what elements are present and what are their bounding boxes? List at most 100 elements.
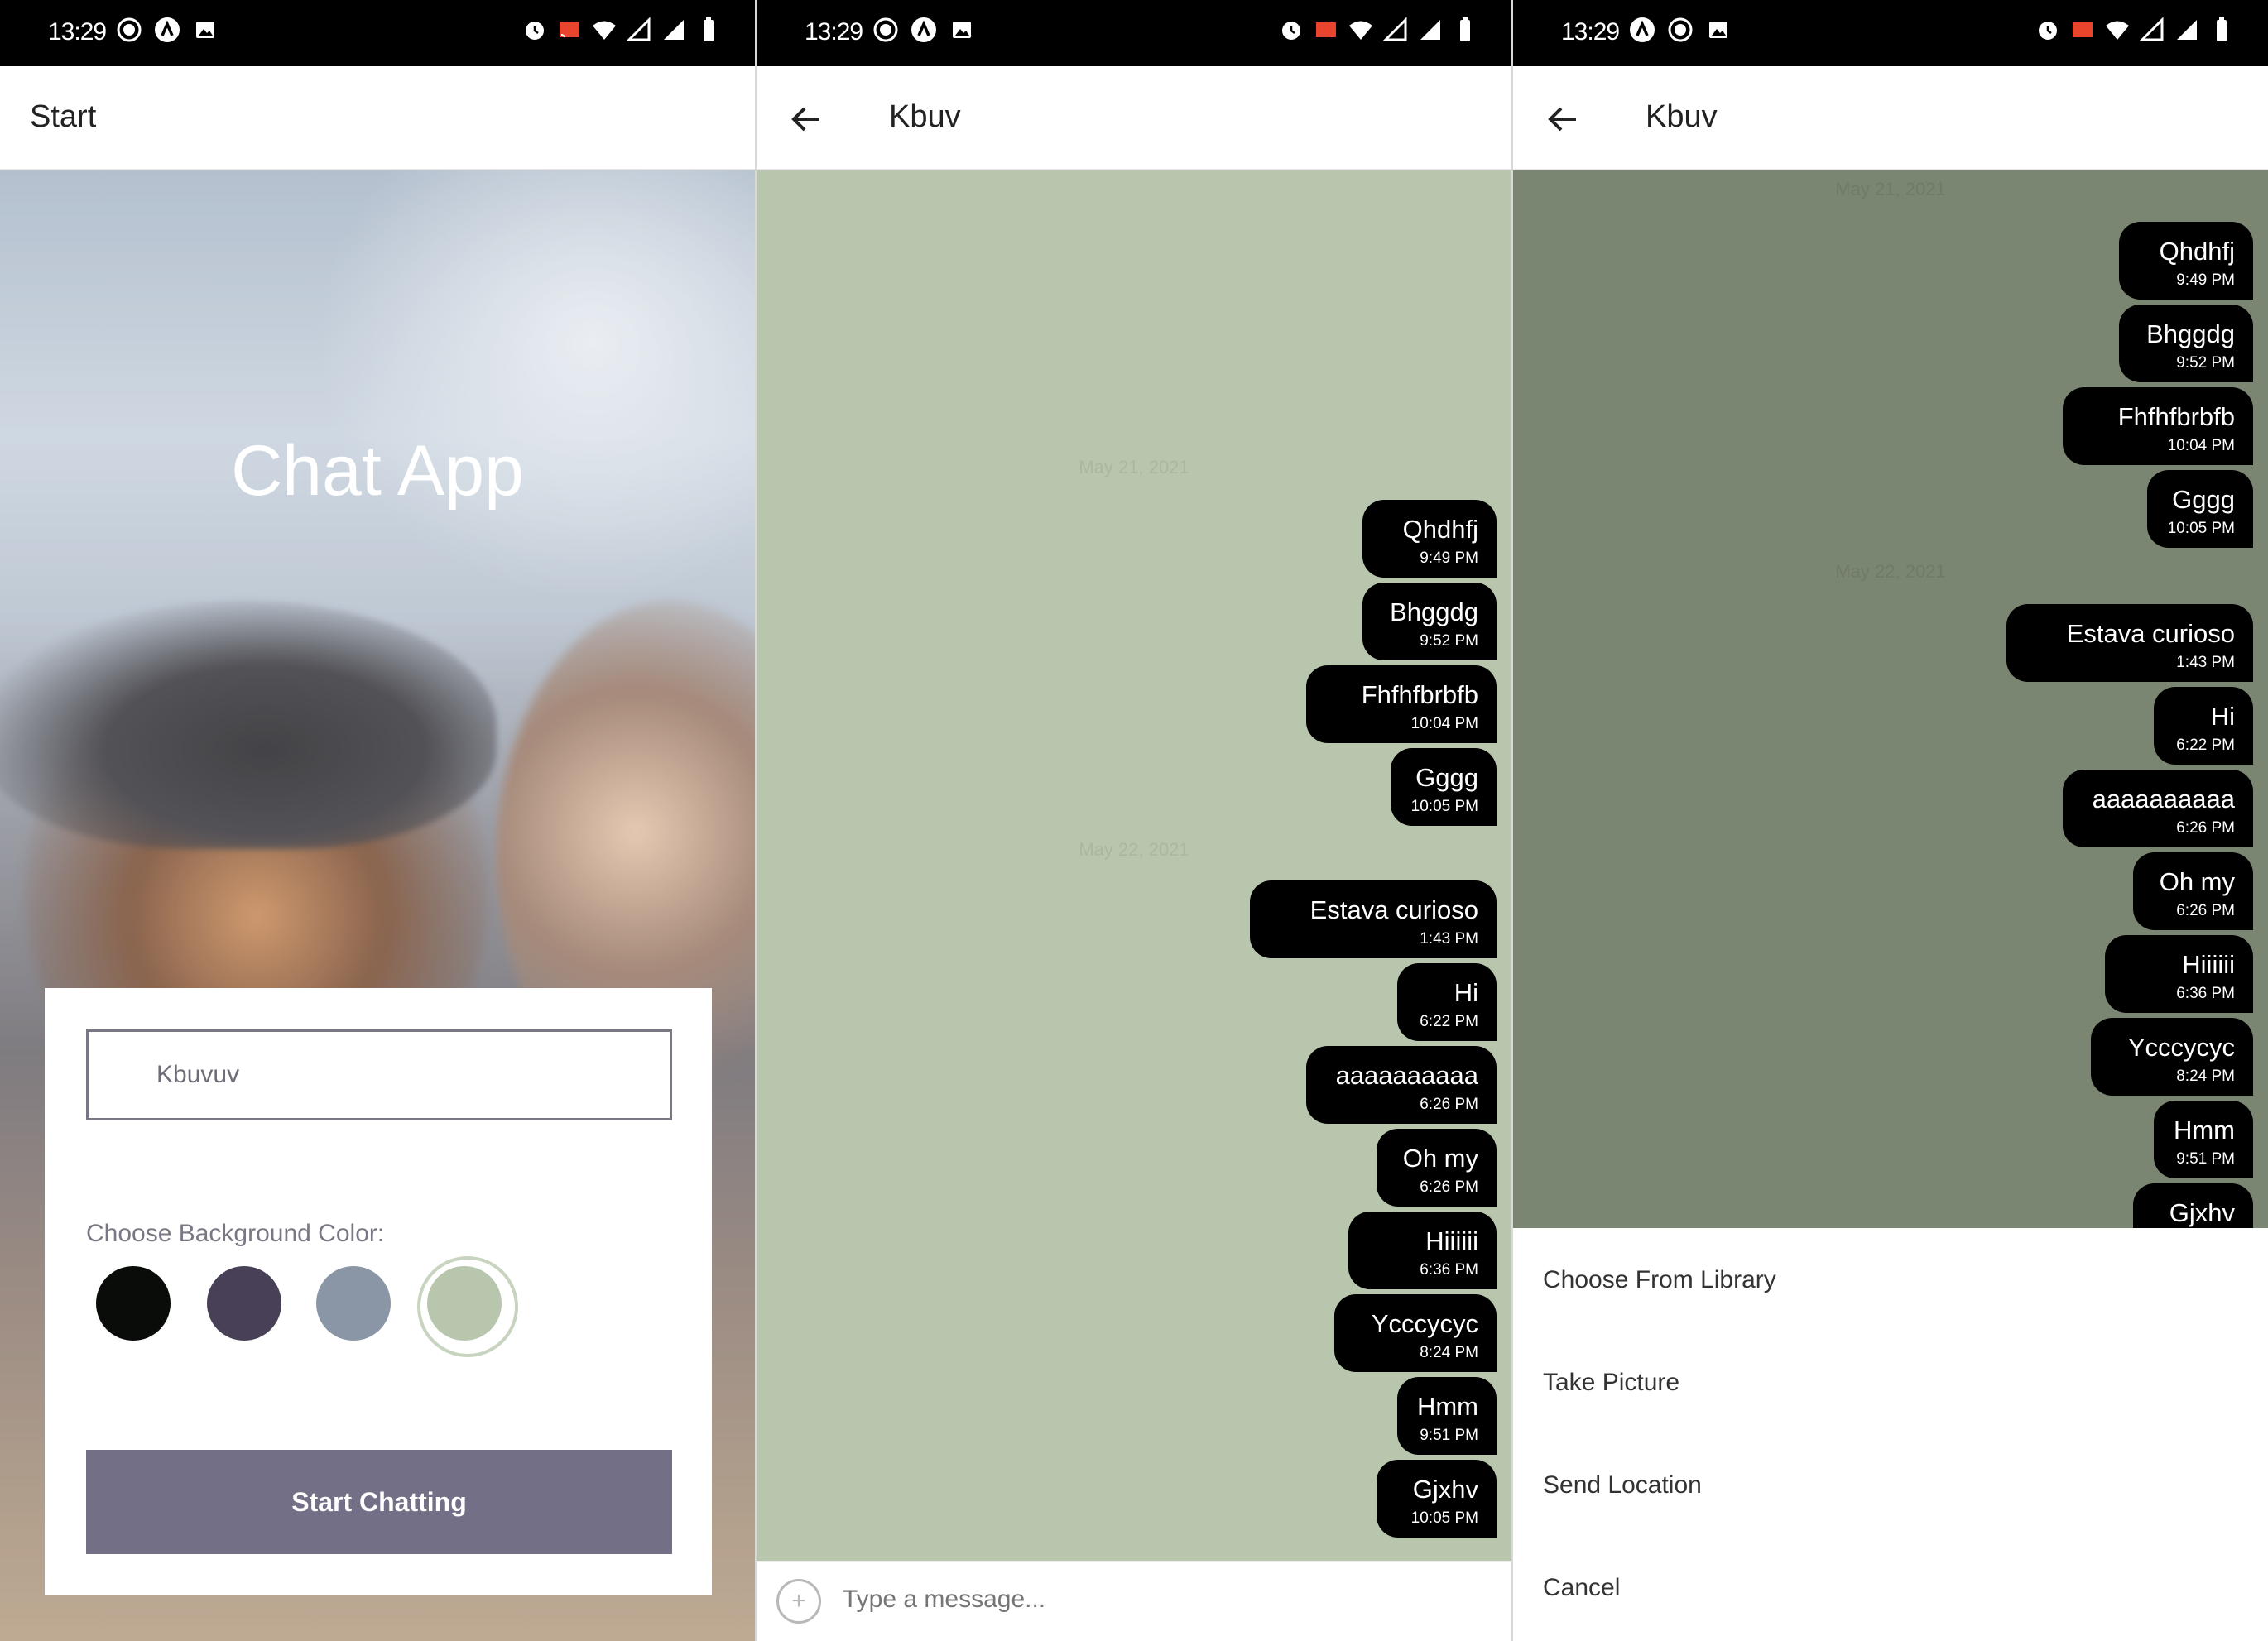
action-sheet: Choose From Library Take Picture Send Lo…	[1513, 1228, 2268, 1641]
color-swatch-green[interactable]	[417, 1256, 518, 1357]
page-title: Start	[30, 99, 97, 134]
wifi-icon	[2104, 17, 2131, 43]
message-time: 6:36 PM	[2176, 985, 2235, 1002]
message-text: Oh my	[2159, 867, 2235, 896]
message-bubble[interactable]: Hi 6:22 PM	[2154, 687, 2253, 765]
app-a-icon	[911, 17, 937, 43]
image-icon	[949, 17, 975, 43]
status-bar: 13:29	[0, 0, 755, 66]
wifi-icon	[591, 17, 617, 43]
battery-icon	[2208, 17, 2235, 43]
color-swatch-purple[interactable]	[207, 1266, 281, 1341]
message-time: 1:43 PM	[2176, 654, 2235, 671]
chat-screen-actions: 13:29 Kbuv May 21, 2021 May 22, 2021 Qhdhf…	[1513, 0, 2268, 1641]
alarm-icon	[1278, 17, 1305, 43]
message-text: Bhggdg	[1390, 597, 1478, 626]
battery-icon	[1452, 17, 1478, 43]
message-bubble[interactable]: Bhggdg 9:52 PM	[2119, 305, 2253, 382]
message-text: Bhggdg	[2146, 319, 2235, 348]
message-bubble[interactable]: Hmm 9:51 PM	[1397, 1377, 1497, 1455]
message-text: Hi	[2210, 702, 2235, 731]
color-swatch-black[interactable]	[96, 1266, 171, 1341]
signal-icon	[2139, 17, 2165, 43]
message-text: aaaaaaaaaa	[1335, 1061, 1478, 1090]
message-time: 9:49 PM	[2176, 271, 2235, 289]
message-list[interactable]: May 21, 2021 May 22, 2021 Qhdhfj 9:49 PM Bhg…	[1513, 170, 2268, 1228]
message-time: 6:26 PM	[1420, 1096, 1478, 1113]
message-time: 10:05 PM	[1410, 1509, 1478, 1527]
take-picture-option[interactable]: Take Picture	[1543, 1369, 1679, 1397]
message-bubble[interactable]: Gggg 10:05 PM	[1391, 748, 1497, 826]
name-input[interactable]	[86, 1029, 672, 1120]
message-text: Hmm	[2173, 1116, 2235, 1144]
message-bubble[interactable]: Qhdhfj 9:49 PM	[2119, 222, 2253, 300]
message-bubble[interactable]: Ycccycyc 8:24 PM	[1334, 1294, 1497, 1372]
message-time: 1:43 PM	[1420, 930, 1478, 948]
message-bubble[interactable]: Estava curioso 1:43 PM	[2006, 604, 2253, 682]
message-composer: +	[757, 1561, 1511, 1641]
message-bubble[interactable]: Ycccycyc 8:24 PM	[2091, 1018, 2253, 1096]
message-bubble[interactable]: Gggg 10:05 PM	[2147, 470, 2253, 548]
status-bar: 13:29	[757, 0, 1511, 66]
signal-icon	[1382, 17, 1409, 43]
cancel-option[interactable]: Cancel	[1543, 1574, 1620, 1602]
message-time: 10:04 PM	[1410, 715, 1478, 732]
wifi-icon	[1348, 17, 1374, 43]
send-location-option[interactable]: Send Location	[1543, 1471, 1702, 1499]
back-arrow-icon[interactable]	[786, 99, 826, 139]
message-text: Hmm	[1416, 1392, 1478, 1421]
app-title: Chat App	[231, 431, 524, 511]
signal-x-icon	[1417, 17, 1444, 43]
message-bubble[interactable]: aaaaaaaaaa 6:26 PM	[1306, 1046, 1497, 1124]
status-time: 13:29	[805, 18, 863, 46]
date-separator: May 22, 2021	[1079, 839, 1189, 860]
alarm-icon	[2035, 17, 2061, 43]
color-swatch-gray[interactable]	[316, 1266, 391, 1341]
message-time: 6:26 PM	[2176, 902, 2235, 919]
message-bubble[interactable]: Hi 6:22 PM	[1397, 963, 1497, 1041]
message-time: 6:36 PM	[1420, 1261, 1478, 1279]
app-bar: Start	[0, 66, 755, 170]
image-icon	[192, 17, 219, 43]
message-time: 10:04 PM	[2167, 437, 2235, 454]
message-time: 6:22 PM	[2176, 737, 2235, 754]
message-bubble[interactable]: Hiiiiii 6:36 PM	[2105, 935, 2253, 1013]
message-text: Ycccycyc	[2127, 1033, 2235, 1062]
cast-icon	[556, 17, 583, 43]
status-time: 13:29	[48, 18, 107, 46]
message-text: Ycccycyc	[1371, 1309, 1478, 1338]
start-screen: 13:29 Start Chat App Choose Background C…	[0, 0, 755, 1641]
message-bubble[interactable]: Qhdhfj 9:49 PM	[1362, 500, 1497, 578]
status-time: 13:29	[1561, 18, 1620, 46]
message-bubble[interactable]: Gjxhv 10:05 PM	[1377, 1460, 1497, 1538]
message-time: 6:22 PM	[1420, 1013, 1478, 1030]
back-arrow-icon[interactable]	[1543, 99, 1583, 139]
message-time: 9:52 PM	[1420, 632, 1478, 650]
record-icon	[1667, 17, 1694, 43]
message-bubble[interactable]: Fhfhfbrbfb 10:04 PM	[1306, 665, 1497, 743]
message-input[interactable]	[843, 1586, 1422, 1614]
message-text: Gjxhv	[1412, 1475, 1478, 1504]
message-bubble[interactable]: Oh my 6:26 PM	[1377, 1129, 1497, 1207]
message-text: Gggg	[1415, 763, 1478, 792]
message-bubble[interactable]: Bhggdg 9:52 PM	[1362, 583, 1497, 660]
message-bubble[interactable]: Oh my 6:26 PM	[2133, 852, 2253, 930]
plus-icon[interactable]: +	[776, 1579, 821, 1624]
message-bubble[interactable]: Fhfhfbrbfb 10:04 PM	[2063, 387, 2253, 465]
message-text: Hi	[1454, 978, 1478, 1007]
message-bubble[interactable]: aaaaaaaaaa 6:26 PM	[2063, 770, 2253, 847]
message-bubble[interactable]: Hmm 9:51 PM	[2154, 1101, 2253, 1178]
message-bubble[interactable]: Gjxhv	[2133, 1183, 2253, 1228]
start-card: Choose Background Color: Start Chatting	[45, 988, 712, 1595]
message-text: Fhfhfbrbfb	[1361, 680, 1478, 709]
message-text: Hiiiiii	[1425, 1226, 1478, 1255]
message-text: Oh my	[1402, 1144, 1478, 1173]
start-chatting-button[interactable]: Start Chatting	[86, 1450, 672, 1554]
app-bar: Kbuv	[757, 66, 1511, 170]
cast-icon	[2069, 17, 2096, 43]
choose-from-library-option[interactable]: Choose From Library	[1543, 1266, 1776, 1294]
message-list[interactable]: May 21, 2021 May 22, 2021 Qhdhfj 9:49 PM Bhg…	[757, 170, 1511, 1561]
message-time: 6:26 PM	[2176, 819, 2235, 837]
message-bubble[interactable]: Hiiiiii 6:36 PM	[1348, 1212, 1497, 1289]
message-bubble[interactable]: Estava curioso 1:43 PM	[1250, 880, 1497, 958]
